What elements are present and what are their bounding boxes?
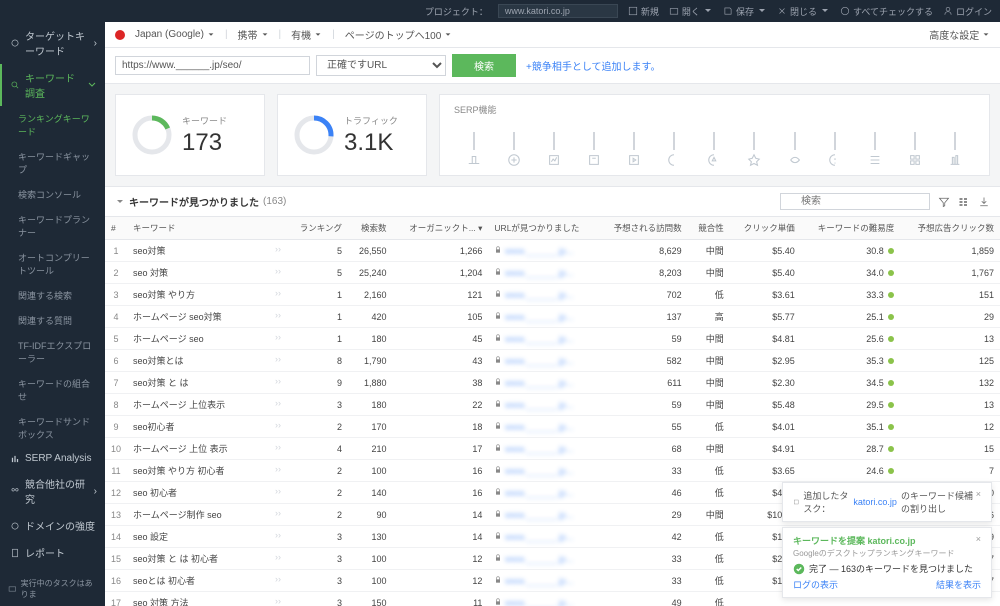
top-select[interactable]: ページのトップへ100 bbox=[345, 27, 453, 42]
sidebar-target-keyword[interactable]: ターゲットキーワード› bbox=[0, 22, 105, 64]
sidebar-report[interactable]: レポート bbox=[0, 539, 105, 566]
col-searches[interactable]: 検索数 bbox=[348, 217, 392, 240]
advanced-settings[interactable]: 高度な設定 bbox=[929, 27, 990, 42]
serp-feature-icon[interactable] bbox=[948, 132, 962, 167]
serp-features-card: SERP機能 bbox=[439, 94, 990, 176]
login-button[interactable]: ログイン bbox=[943, 5, 992, 18]
expand-icon[interactable] bbox=[115, 197, 125, 207]
keyword-stat-card: キーワード 173 bbox=[115, 94, 265, 176]
table-row[interactable]: 8ホームページ 上位表示››318022 www.______.jp...59中… bbox=[105, 394, 1000, 416]
task-icon bbox=[793, 497, 799, 507]
sidebar-search-console[interactable]: 検索コンソール bbox=[0, 182, 105, 207]
col-idx[interactable]: # bbox=[105, 217, 127, 240]
col-visits[interactable]: 予想される訪問数 bbox=[598, 217, 688, 240]
sidebar-serp-analysis[interactable]: SERP Analysis bbox=[0, 447, 105, 470]
sidebar-related-search[interactable]: 関連する検索 bbox=[0, 283, 105, 308]
serp-feature-icon[interactable] bbox=[707, 132, 721, 167]
sidebar: ターゲットキーワード› キーワード調査 ランキングキーワード キーワードギャップ… bbox=[0, 22, 105, 606]
flag-icon bbox=[115, 30, 125, 40]
serp-feature-icon[interactable] bbox=[667, 132, 681, 167]
download-icon[interactable] bbox=[978, 196, 990, 208]
table-row[interactable]: 10ホームページ 上位 表示››421017 www.______.jp...6… bbox=[105, 438, 1000, 460]
serp-feature-icon[interactable] bbox=[587, 132, 601, 167]
serp-feature-icon[interactable] bbox=[908, 132, 922, 167]
serp-feature-icon[interactable] bbox=[507, 132, 521, 167]
col-cpc[interactable]: クリック単価 bbox=[730, 217, 801, 240]
open-button[interactable]: 開く bbox=[669, 5, 713, 18]
table-row[interactable]: 4ホームページ seo対策››1420105 www.______.jp...1… bbox=[105, 306, 1000, 328]
serp-feature-icon[interactable] bbox=[747, 132, 761, 167]
keyword-donut-icon bbox=[130, 113, 174, 157]
sidebar-keyword-research[interactable]: キーワード調査 bbox=[0, 64, 105, 106]
toast-close-icon[interactable]: × bbox=[976, 534, 981, 544]
sidebar-keyword-planner[interactable]: キーワードプランナー bbox=[0, 207, 105, 245]
filter-bar: Japan (Google) | 携帯 | 有機 | ページのトップへ100 高… bbox=[105, 22, 1000, 48]
col-url[interactable]: URLが見つかりました bbox=[488, 217, 597, 240]
toast-close-icon[interactable]: × bbox=[976, 489, 981, 499]
check-all-button[interactable]: すべてチェックする bbox=[840, 5, 933, 18]
project-select[interactable]: www.katori.co.jp bbox=[498, 4, 618, 18]
log-link[interactable]: ログの表示 bbox=[793, 578, 838, 591]
sidebar-autocomplete[interactable]: オートコンプリートツール bbox=[0, 245, 105, 283]
serp-feature-icon[interactable] bbox=[467, 132, 481, 167]
device-select[interactable]: 携帯 bbox=[238, 27, 269, 42]
sidebar-related-questions[interactable]: 関連する質問 bbox=[0, 308, 105, 333]
traffic-label: トラフィック bbox=[344, 114, 398, 127]
serp-label: SERP機能 bbox=[454, 103, 975, 116]
check-icon bbox=[793, 563, 805, 575]
organic-select[interactable]: 有機 bbox=[291, 27, 322, 42]
col-keyword[interactable]: キーワード bbox=[127, 217, 287, 240]
serp-feature-icon[interactable] bbox=[788, 132, 802, 167]
project-label: プロジェクト： bbox=[425, 5, 488, 18]
sidebar-keyword-sandbox[interactable]: キーワードサンドボックス bbox=[0, 409, 105, 447]
traffic-value: 3.1K bbox=[344, 129, 398, 157]
sidebar-domain-strength[interactable]: ドメインの強度 bbox=[0, 512, 105, 539]
add-competitor-link[interactable]: +競争相手として追加します。 bbox=[522, 58, 661, 73]
table-row[interactable]: 6seo対策とは››81,79043 www.______.jp...582中間… bbox=[105, 350, 1000, 372]
search-button[interactable]: 検索 bbox=[452, 54, 516, 77]
serp-feature-icon[interactable] bbox=[547, 132, 561, 167]
col-ranking[interactable]: ランキング bbox=[287, 217, 348, 240]
sidebar-keyword-gap[interactable]: キーワードギャップ bbox=[0, 144, 105, 182]
sidebar-ranking-keyword[interactable]: ランキングキーワード bbox=[0, 106, 105, 144]
sidebar-keyword-combo[interactable]: キーワードの組合せ bbox=[0, 371, 105, 409]
url-mode-select[interactable]: 正確ですURL bbox=[316, 55, 446, 76]
kw-value: 173 bbox=[182, 129, 227, 157]
table-search-input[interactable] bbox=[780, 193, 930, 210]
traffic-stat-card: トラフィック 3.1K bbox=[277, 94, 427, 176]
engine-select[interactable]: Japan (Google) bbox=[135, 29, 215, 40]
table-row[interactable]: 9seo初心者››217018 www.______.jp...55低$4.01… bbox=[105, 416, 1000, 438]
serp-feature-icon[interactable] bbox=[627, 132, 641, 167]
toast-suggest-done: × キーワードを提案 katori.co.jp Googleのデスクトップランキ… bbox=[782, 527, 992, 598]
col-comp[interactable]: 競合性 bbox=[688, 217, 730, 240]
serp-feature-icon[interactable] bbox=[828, 132, 842, 167]
table-row[interactable]: 11seo対策 やり方 初心者››210016 www.______.jp...… bbox=[105, 460, 1000, 482]
sidebar-competitor[interactable]: 競合他社の研究› bbox=[0, 470, 105, 512]
results-link[interactable]: 結果を表示 bbox=[936, 578, 981, 591]
filter-icon[interactable] bbox=[938, 196, 950, 208]
table-row[interactable]: 7seo対策 と は››91,88038 www.______.jp...611… bbox=[105, 372, 1000, 394]
kw-label: キーワード bbox=[182, 114, 227, 127]
table-row[interactable]: 1seo対策››526,5501,266 www.______.jp...8,6… bbox=[105, 240, 1000, 262]
close-button[interactable]: 閉じる bbox=[777, 5, 830, 18]
sidebar-tfidf[interactable]: TF-IDFエクスプローラー bbox=[0, 333, 105, 371]
columns-icon[interactable] bbox=[958, 196, 970, 208]
table-title: キーワードが見つかりました (163) bbox=[115, 194, 286, 209]
table-row[interactable]: 3seo対策 やり方››12,160121 www.______.jp...70… bbox=[105, 284, 1000, 306]
save-button[interactable]: 保存 bbox=[723, 5, 767, 18]
sidebar-footer: 実行中のタスクはありま bbox=[0, 572, 105, 606]
table-row[interactable]: 5ホームページ seo››118045 www.______.jp...59中間… bbox=[105, 328, 1000, 350]
col-adclicks[interactable]: 予想広告クリック数 bbox=[900, 217, 1000, 240]
col-organic[interactable]: オーガニックト... ▾ bbox=[393, 217, 489, 240]
new-button[interactable]: 新規 bbox=[628, 5, 659, 18]
url-bar: 正確ですURL 検索 +競争相手として追加します。 bbox=[105, 48, 1000, 84]
result-count: (163) bbox=[263, 196, 286, 207]
col-difficulty[interactable]: キーワードの難易度 bbox=[801, 217, 901, 240]
traffic-donut-icon bbox=[292, 113, 336, 157]
toast-link[interactable]: katori.co.jp bbox=[853, 497, 897, 507]
toast-added-task: × 追加したタスク：katori.co.jpのキーワード候補の割り出し bbox=[782, 482, 992, 522]
table-row[interactable]: 2seo 対策››525,2401,204 www.______.jp...8,… bbox=[105, 262, 1000, 284]
serp-feature-icon[interactable] bbox=[868, 132, 882, 167]
url-input[interactable] bbox=[115, 56, 310, 75]
